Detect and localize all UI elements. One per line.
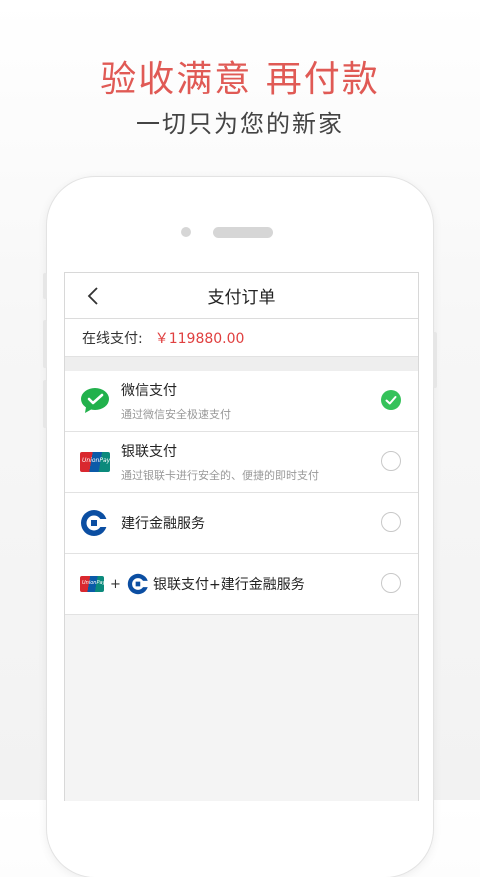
online-payment-amount: ￥119880.00 xyxy=(154,330,245,347)
payment-method-desc: 通过微信安全极速支付 xyxy=(121,408,231,421)
payment-method-name: 银联支付+建行金融服务 xyxy=(153,577,305,593)
radio-unchecked-icon[interactable] xyxy=(381,573,401,593)
ccb-icon xyxy=(81,510,108,536)
wechat-pay-icon xyxy=(81,388,109,413)
phone-screen: 支付订单 在线支付: ￥119880.00 微信支付 通过微信安全极速支付 Un… xyxy=(64,272,419,801)
phone-volume-up-button xyxy=(43,320,47,368)
unionpay-icon: UnionPay 银联 xyxy=(80,452,110,472)
unionpay-plus-ccb-icon: UnionPay 银联 + xyxy=(80,573,149,595)
payment-method-text: 建行金融服务 xyxy=(121,513,205,533)
payment-method-unionpay[interactable]: UnionPay 银联 银联支付 通过银联卡进行安全的、便捷的即时支付 xyxy=(65,432,418,493)
online-payment-row: 在线支付: ￥119880.00 xyxy=(65,319,418,357)
payment-method-unionpay-ccb[interactable]: UnionPay 银联 + 银联支付+建行金融服务 xyxy=(65,554,418,615)
phone-power-button xyxy=(433,332,437,388)
phone-volume-button xyxy=(43,273,47,299)
radio-checked-icon[interactable] xyxy=(381,390,401,410)
online-payment-label: 在线支付: xyxy=(82,330,143,347)
payment-method-ccb[interactable]: 建行金融服务 xyxy=(65,493,418,554)
payment-method-name: 建行金融服务 xyxy=(121,516,205,532)
phone-volume-down-button xyxy=(43,380,47,428)
page-title: 支付订单 xyxy=(207,288,276,308)
payment-method-text: 银联支付 通过银联卡进行安全的、便捷的即时支付 xyxy=(121,441,319,483)
promo-headline: 验收满意 再付款 xyxy=(100,59,380,100)
unionpay-logo-text: UnionPay 银联 xyxy=(82,457,110,464)
nav-bar: 支付订单 xyxy=(65,273,418,319)
unionpay-logo-text: UnionPay 银联 xyxy=(82,580,104,586)
phone-camera xyxy=(181,227,191,237)
payment-method-wechat[interactable]: 微信支付 通过微信安全极速支付 xyxy=(65,371,418,432)
ccb-icon xyxy=(127,573,149,595)
payment-method-name: 微信支付 xyxy=(121,383,177,399)
payment-method-list: 微信支付 通过微信安全极速支付 UnionPay 银联 银联支付 通过银联卡进行… xyxy=(65,371,418,615)
payment-method-desc: 通过银联卡进行安全的、便捷的即时支付 xyxy=(121,469,319,482)
unionpay-icon: UnionPay 银联 xyxy=(80,576,104,592)
plus-sign: + xyxy=(110,576,121,592)
radio-unchecked-icon[interactable] xyxy=(381,451,401,471)
section-divider xyxy=(65,357,418,371)
payment-method-name: 银联支付 xyxy=(121,444,177,460)
promo-subline: 一切只为您的新家 xyxy=(136,110,344,138)
payment-method-text: 微信支付 通过微信安全极速支付 xyxy=(121,380,231,422)
chevron-left-icon[interactable] xyxy=(83,285,105,307)
phone-speaker xyxy=(213,227,273,238)
radio-unchecked-icon[interactable] xyxy=(381,512,401,532)
